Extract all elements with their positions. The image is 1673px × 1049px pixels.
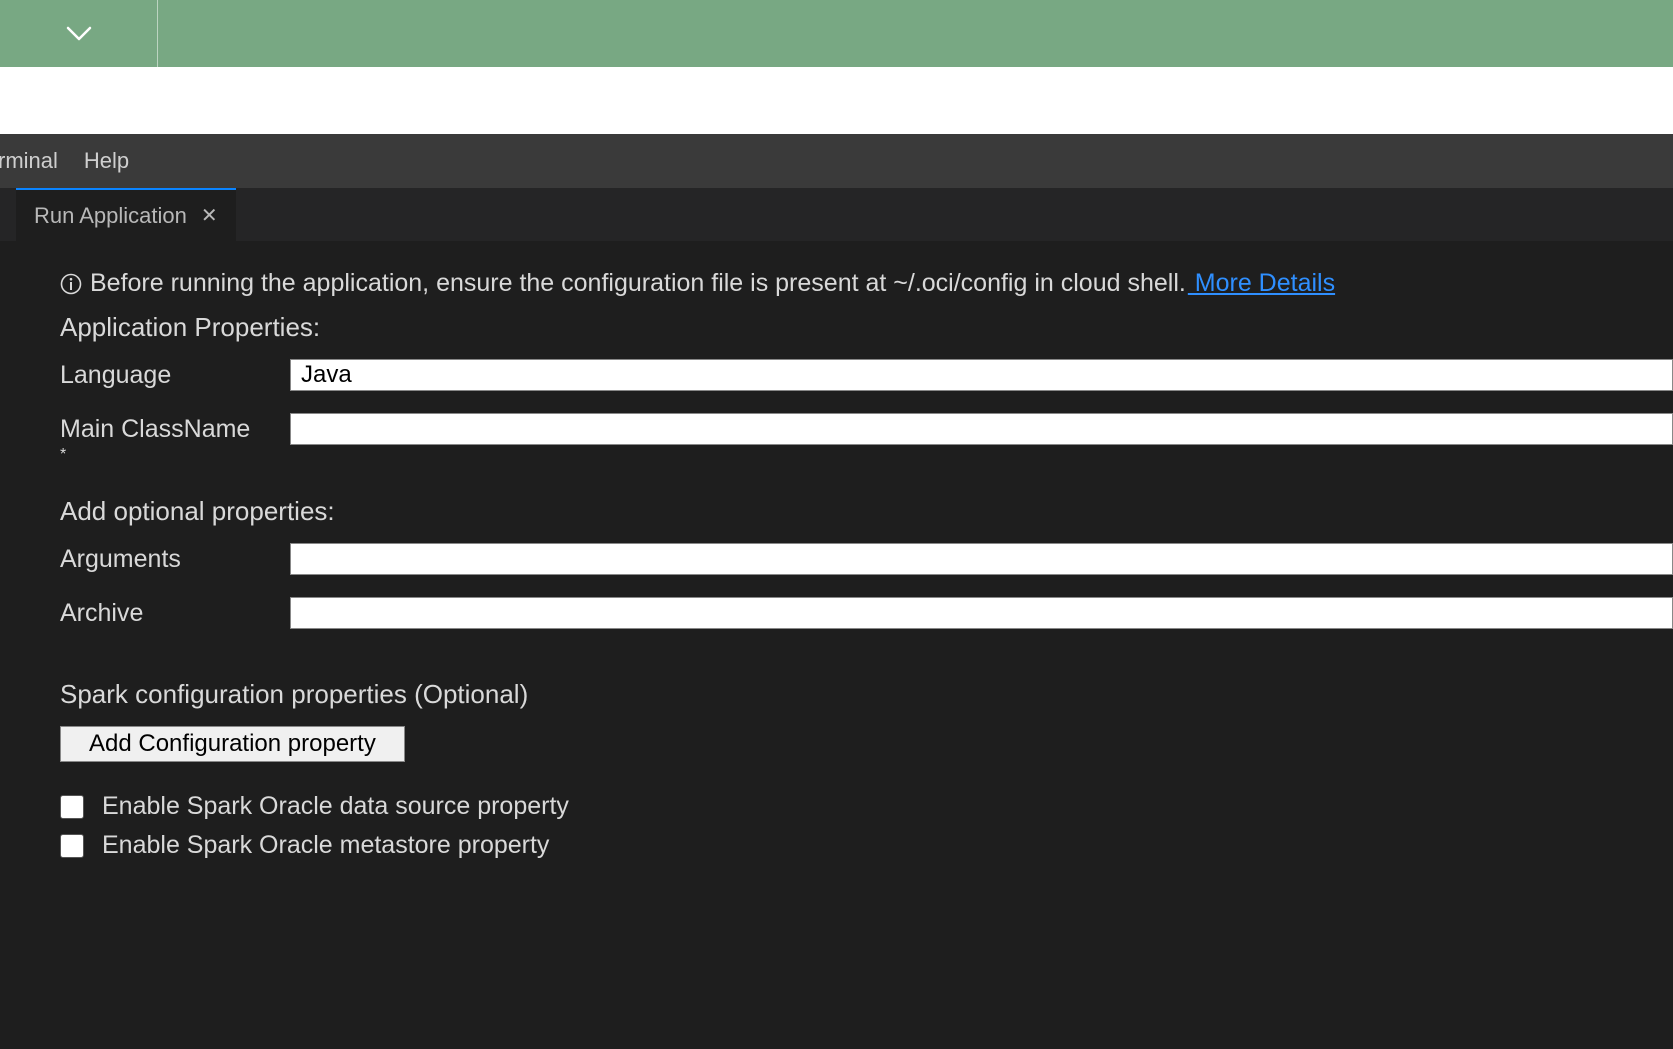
top-dropdown-toggle[interactable] <box>0 0 158 67</box>
language-select[interactable] <box>290 359 1673 391</box>
arguments-row: Arguments <box>60 543 1673 575</box>
archive-row: Archive <box>60 597 1673 629</box>
spark-metastore-label: Enable Spark Oracle metastore property <box>102 831 549 860</box>
menu-help[interactable]: Help <box>84 148 129 174</box>
main-classname-row: Main ClassName * <box>60 413 1673 464</box>
menu-terminal[interactable]: rminal <box>0 148 58 174</box>
top-green-bar <box>0 0 1673 67</box>
spark-config-header: Spark configuration properties (Optional… <box>60 679 1673 710</box>
chevron-down-icon <box>66 26 92 42</box>
content-panel: Before running the application, ensure t… <box>0 241 1673 860</box>
arguments-label: Arguments <box>60 543 290 574</box>
archive-input[interactable] <box>290 597 1673 629</box>
optional-properties-header: Add optional properties: <box>60 496 1673 527</box>
info-banner: Before running the application, ensure t… <box>60 269 1673 298</box>
spark-datasource-checkbox-row: Enable Spark Oracle data source property <box>60 792 1673 821</box>
info-message: Before running the application, ensure t… <box>90 269 1186 297</box>
more-details-link[interactable]: More Details <box>1188 269 1335 297</box>
tab-run-application[interactable]: Run Application ✕ <box>16 188 236 241</box>
main-classname-input[interactable] <box>290 413 1673 445</box>
language-row: Language <box>60 359 1673 391</box>
white-header-strip <box>0 67 1673 134</box>
spark-metastore-checkbox-row: Enable Spark Oracle metastore property <box>60 831 1673 860</box>
menu-bar: rminal Help <box>0 134 1673 188</box>
add-configuration-button[interactable]: Add Configuration property <box>60 726 405 762</box>
arguments-input[interactable] <box>290 543 1673 575</box>
archive-label: Archive <box>60 597 290 628</box>
spark-datasource-label: Enable Spark Oracle data source property <box>102 792 569 821</box>
info-icon <box>60 273 82 295</box>
spark-datasource-checkbox[interactable] <box>60 795 84 819</box>
tab-bar: Run Application ✕ <box>0 188 1673 241</box>
close-icon[interactable]: ✕ <box>201 203 218 228</box>
language-label: Language <box>60 359 290 390</box>
tab-label: Run Application <box>34 203 187 229</box>
main-classname-label: Main ClassName * <box>60 413 290 464</box>
application-properties-header: Application Properties: <box>60 312 1673 343</box>
required-marker: * <box>60 446 290 464</box>
spark-metastore-checkbox[interactable] <box>60 834 84 858</box>
